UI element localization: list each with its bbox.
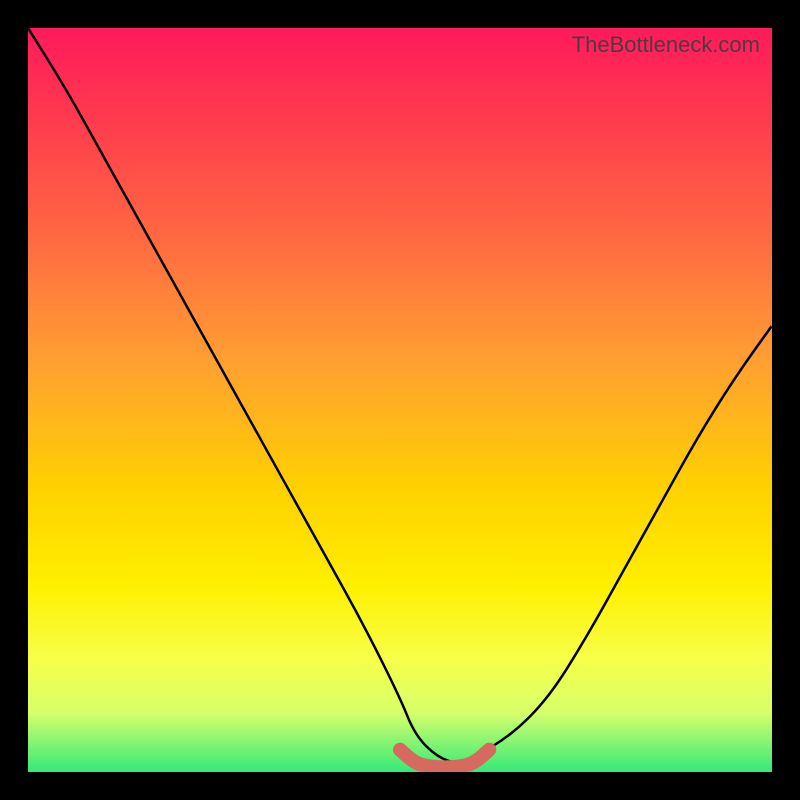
- curve-layer: [28, 28, 772, 772]
- chart-frame: TheBottleneck.com: [0, 0, 800, 800]
- bottleneck-curve: [28, 28, 772, 763]
- optimal-range-marker: [400, 750, 489, 768]
- watermark-text: TheBottleneck.com: [572, 32, 760, 58]
- plot-area: TheBottleneck.com: [28, 28, 772, 772]
